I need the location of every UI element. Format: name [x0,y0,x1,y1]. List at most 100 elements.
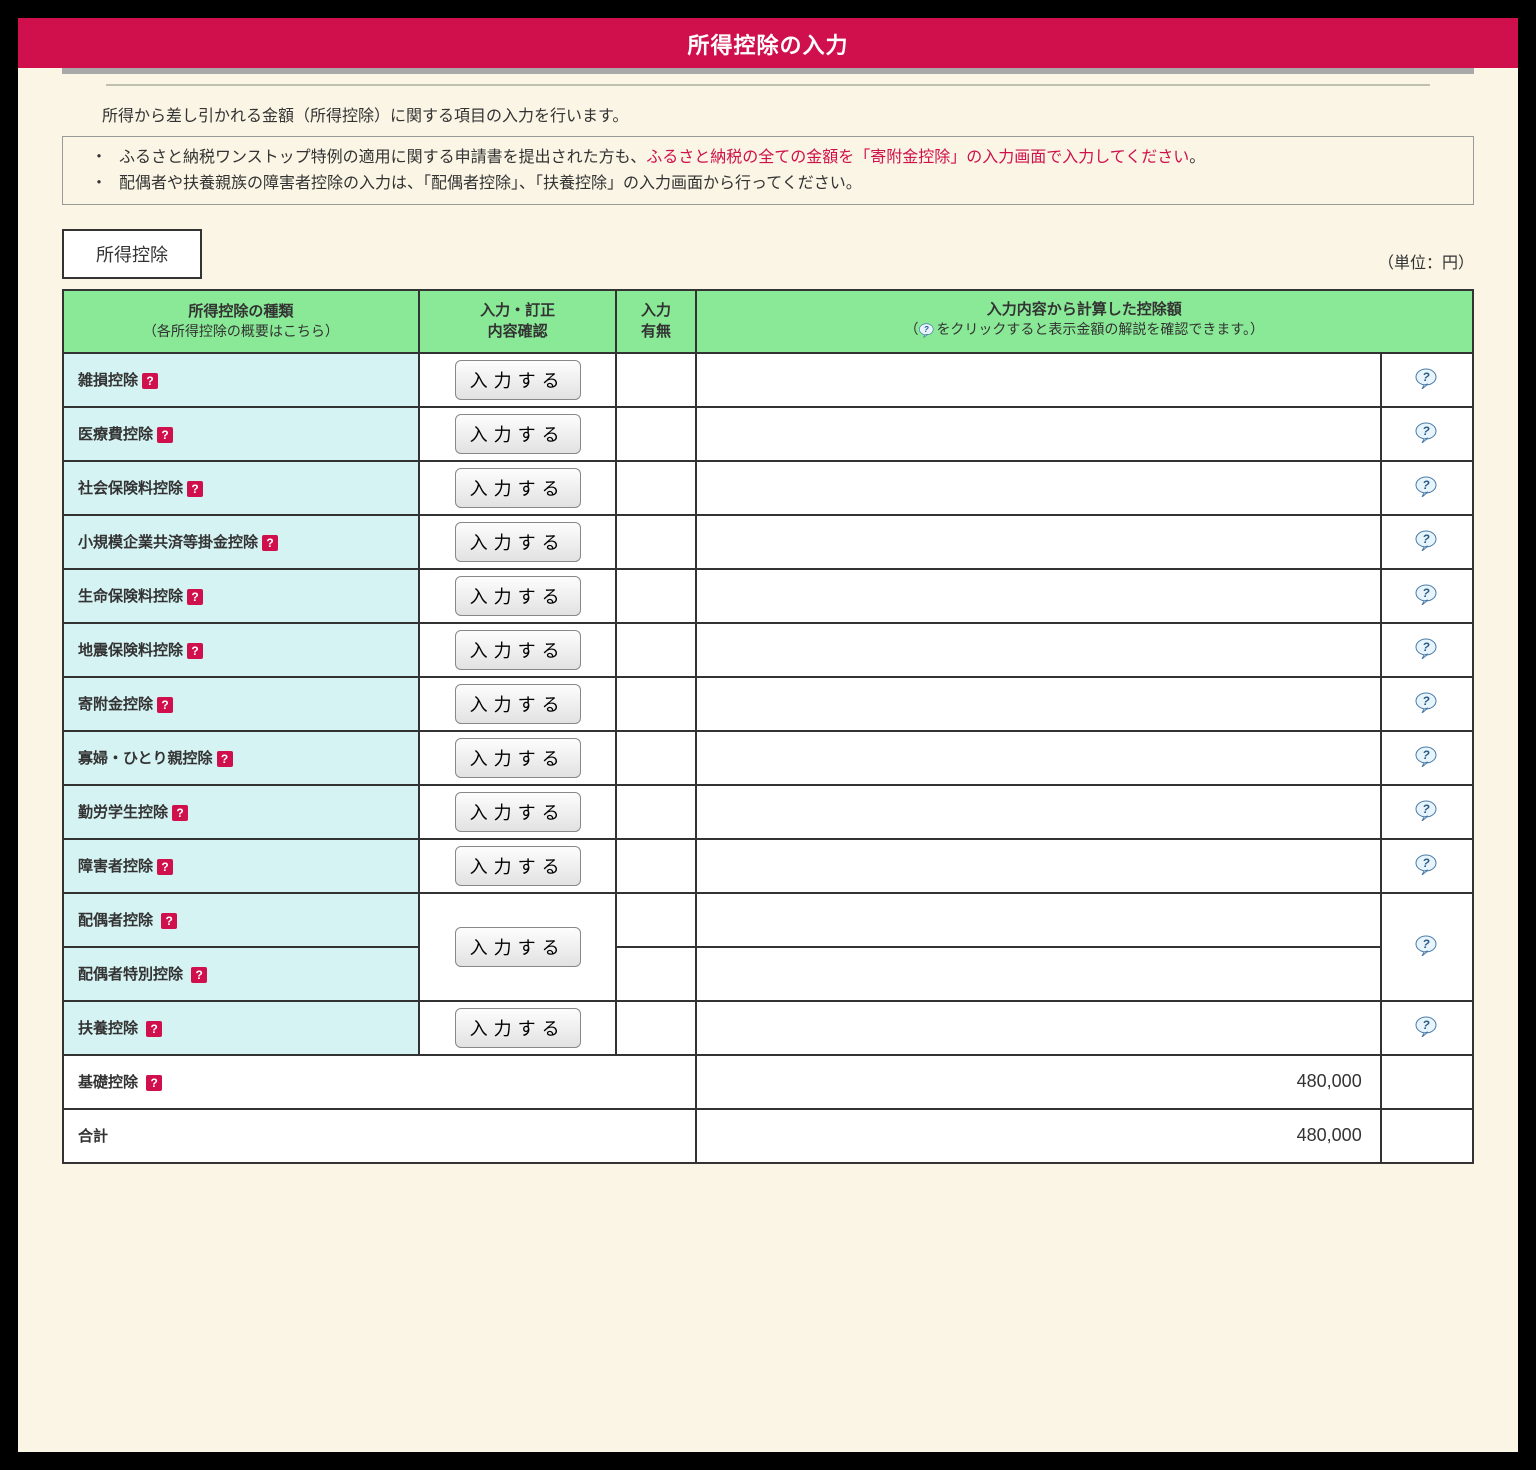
th-amount-label: 入力内容から計算した控除額 [987,301,1182,318]
table-row: 雑損控除? 入力する? [63,353,1473,407]
help-qmark-icon[interactable]: ? [161,913,177,929]
help-icon[interactable]: ? [1414,853,1440,875]
help-qmark-icon[interactable]: ? [157,859,173,875]
row-total-amount: 480,000 [696,1109,1381,1163]
row-help-cell: ? [1381,407,1473,461]
row-name-label: 寡婦・ひとり親控除 [78,750,213,767]
row-basic-label: 基礎控除 [78,1074,138,1091]
help-qmark-icon[interactable]: ? [146,1075,162,1091]
th-amount: 入力内容から計算した控除額 （ ? をクリックすると表示金額の解説を確認できます… [696,290,1474,353]
help-qmark-icon[interactable]: ? [187,589,203,605]
row-btn-cell: 入力する [419,407,617,461]
row-btn-cell: 入力する [419,785,617,839]
help-qmark-icon[interactable]: ? [191,967,207,983]
help-icon: ? [918,322,936,344]
table-row: 障害者控除?入力する? [63,839,1473,893]
row-spouse-1-label: 配偶者控除 [78,912,153,929]
svg-text:?: ? [1422,748,1430,762]
row-status-cell [616,461,695,515]
notice-line-2: 配偶者や扶養親族の障害者控除の入力は、「配偶者控除」、「扶養控除」の入力画面から… [91,171,1453,197]
help-qmark-icon[interactable]: ? [157,427,173,443]
row-dependent-status [616,1001,695,1055]
help-qmark-icon[interactable]: ? [187,643,203,659]
unit-label: （単位：円） [1378,249,1474,279]
th-type-label: 所得控除の種類 [188,303,293,320]
row-btn-cell: 入力する [419,677,617,731]
help-qmark-icon[interactable]: ? [217,751,233,767]
help-qmark-icon[interactable]: ? [146,1021,162,1037]
notice-line-1c: 。 [1189,149,1205,166]
row-amount-cell [696,407,1381,461]
section-tab: 所得控除 [62,229,202,279]
th-status-1: 入力 [641,302,671,319]
input-button[interactable]: 入力する [455,738,581,778]
help-icon[interactable]: ? [1414,1015,1440,1037]
row-total-help [1381,1109,1473,1163]
row-name-cell: 雑損控除? [63,353,419,407]
row-name-label: 小規模企業共済等掛金控除 [78,534,258,551]
row-btn-cell: 入力する [419,731,617,785]
input-button-spouse[interactable]: 入力する [455,927,581,967]
table-row: 医療費控除?入力する? [63,407,1473,461]
row-name-label: 勤労学生控除 [78,804,168,821]
row-spouse-1-name: 配偶者控除 ? [63,893,419,947]
input-button[interactable]: 入力する [455,360,581,400]
row-basic-amount: 480,000 [696,1055,1381,1109]
svg-text:?: ? [1422,532,1430,546]
help-qmark-icon[interactable]: ? [187,481,203,497]
svg-text:?: ? [1422,640,1430,654]
input-button[interactable]: 入力する [455,414,581,454]
input-button[interactable]: 入力する [455,576,581,616]
row-total-label: 合計 [78,1128,108,1145]
th-type-sub[interactable]: （各所得控除の概要はこちら） [70,322,412,342]
input-button[interactable]: 入力する [455,846,581,886]
help-icon[interactable]: ? [1414,691,1440,713]
row-status-cell [616,785,695,839]
help-icon[interactable]: ? [1414,934,1440,956]
table-row: 生命保険料控除?入力する? [63,569,1473,623]
row-name-cell: 社会保険料控除? [63,461,419,515]
row-amount-cell [696,731,1381,785]
help-icon[interactable]: ? [1414,799,1440,821]
row-help-cell: ? [1381,515,1473,569]
svg-text:?: ? [924,324,929,334]
row-btn-cell: 入力する [419,515,617,569]
row-spouse-1-amount [696,893,1381,947]
row-spouse-btn-cell: 入力する [419,893,617,1001]
input-button-dependent[interactable]: 入力する [455,1008,581,1048]
th-input-label: 入力・訂正 内容確認 [480,302,555,340]
help-icon[interactable]: ? [1414,637,1440,659]
help-qmark-icon[interactable]: ? [157,697,173,713]
row-status-cell [616,623,695,677]
row-name-label: 社会保険料控除 [78,480,183,497]
help-icon[interactable]: ? [1414,475,1440,497]
row-basic-help [1381,1055,1473,1109]
th-amount-sub-b: をクリックすると表示金額の解説を確認できます。） [936,321,1264,337]
row-status-cell [616,839,695,893]
notice-line-1a: ふるさと納税ワンストップ特例の適用に関する申請書を提出された方も、 [119,149,646,166]
table-row: 勤労学生控除? 入力する? [63,785,1473,839]
row-amount-cell [696,677,1381,731]
help-icon[interactable]: ? [1414,421,1440,443]
help-icon[interactable]: ? [1414,583,1440,605]
help-icon[interactable]: ? [1414,529,1440,551]
help-qmark-icon[interactable]: ? [262,535,278,551]
th-status-2: 有無 [641,323,671,340]
row-dependent-btn-cell: 入力する [419,1001,617,1055]
input-button[interactable]: 入力する [455,792,581,832]
help-qmark-icon[interactable]: ? [142,373,158,389]
help-qmark-icon[interactable]: ? [172,805,188,821]
input-button[interactable]: 入力する [455,684,581,724]
table-row: 地震保険料控除?入力する? [63,623,1473,677]
row-total-name: 合計 [63,1109,696,1163]
input-button[interactable]: 入力する [455,522,581,562]
input-button[interactable]: 入力する [455,468,581,508]
svg-text:?: ? [1422,478,1430,492]
help-icon[interactable]: ? [1414,745,1440,767]
svg-text:?: ? [1422,856,1430,870]
th-amount-sub-a: （ [904,321,918,337]
help-icon[interactable]: ? [1414,367,1440,389]
input-button[interactable]: 入力する [455,630,581,670]
row-name-label: 雑損控除 [78,372,138,389]
svg-text:?: ? [1422,370,1430,384]
